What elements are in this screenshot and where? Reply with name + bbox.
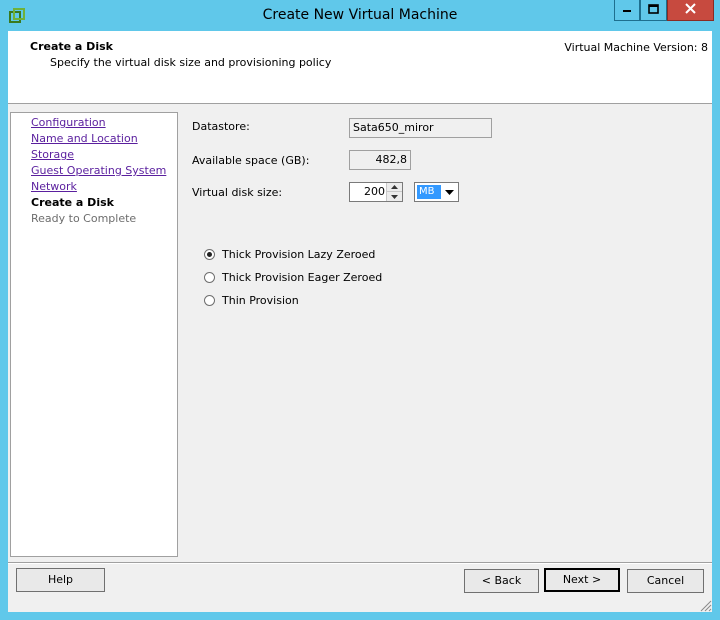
minimize-icon [622, 4, 632, 17]
datastore-field: Sata650_miror [349, 118, 492, 138]
minimize-button[interactable] [614, 0, 640, 21]
bottom-divider-highlight [8, 563, 712, 564]
spin-down-button[interactable] [387, 192, 402, 201]
arrow-down-icon [391, 194, 398, 199]
window-title: Create New Virtual Machine [262, 7, 458, 23]
step-guest-os[interactable]: Guest Operating System [31, 163, 177, 179]
help-button[interactable]: Help [16, 568, 105, 592]
chevron-down-icon [445, 189, 454, 195]
spinner-buttons [386, 183, 402, 201]
available-space-label: Available space (GB): [192, 154, 310, 167]
disk-unit-dropdown[interactable]: MB [414, 182, 459, 202]
disk-size-input[interactable]: 200 [350, 183, 386, 201]
step-create-a-disk: Create a Disk [31, 196, 114, 209]
datastore-label: Datastore: [192, 120, 250, 133]
next-button[interactable]: Next > [544, 568, 620, 592]
radio-thick-eager[interactable]: Thick Provision Eager Zeroed [204, 269, 382, 285]
resize-grip-icon[interactable] [698, 598, 712, 612]
back-button[interactable]: < Back [464, 569, 539, 593]
vm-version-label: Virtual Machine Version: 8 [564, 41, 708, 54]
close-icon [685, 3, 696, 17]
radio-thick-eager-label: Thick Provision Eager Zeroed [222, 270, 383, 284]
wizard-header: Create a Disk Specify the virtual disk s… [8, 31, 712, 104]
maximize-icon [648, 3, 659, 17]
disk-unit-value: MB [417, 185, 441, 199]
step-configuration[interactable]: Configuration [31, 115, 177, 131]
step-network[interactable]: Network [31, 179, 177, 195]
disk-size-label: Virtual disk size: [192, 186, 283, 199]
page-title: Create a Disk [30, 40, 113, 53]
close-button[interactable] [667, 0, 714, 21]
maximize-button[interactable] [640, 0, 667, 21]
title-bar[interactable]: Create New Virtual Machine [0, 0, 720, 31]
radio-thick-eager-dot[interactable] [204, 271, 215, 283]
radio-thick-lazy-dot[interactable] [204, 248, 215, 260]
step-storage[interactable]: Storage [31, 147, 177, 163]
wizard-steps-list: Configuration Name and Location Storage … [10, 112, 178, 557]
cancel-button[interactable]: Cancel [627, 569, 704, 593]
disk-form: Datastore: Sata650_miror Available space… [180, 112, 712, 557]
arrow-up-icon [391, 185, 398, 189]
spin-up-button[interactable] [387, 183, 402, 192]
wizard-window: Create New Virtual Machine Create a Disk… [0, 0, 720, 620]
step-ready-to-complete: Ready to Complete [31, 212, 137, 225]
disk-size-spinner[interactable]: 200 [349, 182, 403, 202]
radio-thin-label: Thin Provision [222, 293, 299, 307]
dropdown-arrow[interactable] [442, 184, 457, 200]
radio-thick-lazy-label: Thick Provision Lazy Zeroed [222, 247, 376, 261]
wizard-body: Create a Disk Specify the virtual disk s… [8, 31, 712, 612]
available-space-field: 482,8 [349, 150, 411, 170]
radio-thin-dot[interactable] [204, 294, 215, 306]
page-subtitle: Specify the virtual disk size and provis… [50, 56, 332, 69]
step-name-and-location[interactable]: Name and Location [31, 131, 177, 147]
radio-thin[interactable]: Thin Provision [204, 292, 299, 308]
radio-thick-lazy[interactable]: Thick Provision Lazy Zeroed [204, 246, 375, 262]
